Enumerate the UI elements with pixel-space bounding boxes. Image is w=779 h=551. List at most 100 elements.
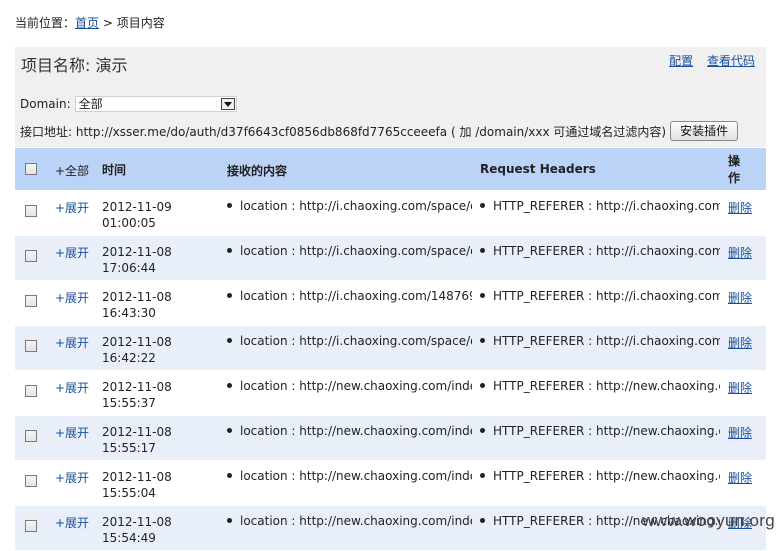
row-clock: 15:55:37 xyxy=(102,396,156,410)
row-header-text: HTTP_REFERER : http://new.chaoxing.c xyxy=(493,469,720,483)
row-header-text: HTTP_REFERER : http://i.chaoxing.com/ xyxy=(493,244,720,258)
table-body: +展开 2012-11-09 01:00:05 location : http://i… xyxy=(15,191,766,551)
bullet-icon xyxy=(480,518,485,523)
row-expand-toggle[interactable]: +展开 xyxy=(55,469,89,486)
row-clock: 17:06:44 xyxy=(102,261,156,275)
row-clock: 16:43:30 xyxy=(102,306,156,320)
api-address: 接口地址: http://xsser.me/do/auth/d37f6643cf… xyxy=(20,124,667,139)
bullet-icon xyxy=(227,518,232,523)
row-request-header: HTTP_REFERER : http://new.chaoxing.c xyxy=(480,424,720,438)
row-content: location : http://new.chaoxing.com/index… xyxy=(227,469,472,483)
row-expand-toggle[interactable]: +展开 xyxy=(55,424,89,441)
delete-link[interactable]: 删除 xyxy=(728,289,752,306)
dropdown-arrow-icon[interactable] xyxy=(220,98,235,110)
row-time: 2012-11-08 15:55:17 xyxy=(102,424,172,456)
row-date: 2012-11-08 xyxy=(102,515,172,529)
row-expand-toggle[interactable]: +展开 xyxy=(55,199,89,216)
domain-select[interactable]: 全部 xyxy=(74,96,237,112)
row-clock: 16:42:22 xyxy=(102,351,156,365)
bullet-icon xyxy=(480,383,485,388)
row-checkbox[interactable] xyxy=(25,520,37,532)
project-title: 项目名称: 演示 xyxy=(21,56,128,75)
bullet-icon xyxy=(227,428,232,433)
row-checkbox[interactable] xyxy=(25,250,37,262)
row-expand-toggle[interactable]: +展开 xyxy=(55,334,89,351)
row-content-text: location : http://new.chaoxing.com/index… xyxy=(240,424,472,438)
row-checkbox[interactable] xyxy=(25,205,37,217)
select-all-checkbox[interactable] xyxy=(25,163,37,175)
breadcrumb-current: 项目内容 xyxy=(116,16,165,30)
delete-link[interactable]: 删除 xyxy=(728,469,752,486)
bullet-icon xyxy=(227,338,232,343)
bullet-icon xyxy=(480,428,485,433)
row-date: 2012-11-08 xyxy=(102,470,172,484)
row-checkbox[interactable] xyxy=(25,295,37,307)
row-request-header: HTTP_REFERER : http://new.chaoxing.c xyxy=(480,379,720,393)
row-checkbox[interactable] xyxy=(25,385,37,397)
row-checkbox[interactable] xyxy=(25,430,37,442)
row-date: 2012-11-08 xyxy=(102,290,172,304)
row-clock: 15:55:04 xyxy=(102,486,156,500)
column-header-request-headers: Request Headers xyxy=(480,162,596,176)
expand-all-toggle[interactable]: +全部 xyxy=(55,162,89,179)
table-row: +展开 2012-11-09 01:00:05 location : http://i… xyxy=(15,191,766,236)
view-code-link[interactable]: 查看代码 xyxy=(707,54,755,68)
row-date: 2012-11-08 xyxy=(102,380,172,394)
row-expand-toggle[interactable]: +展开 xyxy=(55,514,89,531)
row-expand-toggle[interactable]: +展开 xyxy=(55,244,89,261)
watermark: www.wooyun.org xyxy=(642,511,775,530)
row-content: location : http://new.chaoxing.com/index… xyxy=(227,424,472,438)
row-header-text: HTTP_REFERER : http://i.chaoxing.com/ xyxy=(493,334,720,348)
bullet-icon xyxy=(480,248,485,253)
row-time: 2012-11-08 17:06:44 xyxy=(102,244,172,276)
table-row: +展开 2012-11-08 16:42:22 location : http://i… xyxy=(15,326,766,371)
row-time: 2012-11-08 15:54:49 xyxy=(102,514,172,546)
delete-link[interactable]: 删除 xyxy=(728,199,752,216)
row-request-header: HTTP_REFERER : http://new.chaoxing.c xyxy=(480,469,720,483)
row-clock: 15:55:17 xyxy=(102,441,156,455)
bullet-icon xyxy=(480,293,485,298)
delete-link[interactable]: 删除 xyxy=(728,244,752,261)
bullet-icon xyxy=(480,473,485,478)
delete-link[interactable]: 删除 xyxy=(728,379,752,396)
row-date: 2012-11-08 xyxy=(102,245,172,259)
row-time: 2012-11-08 16:42:22 xyxy=(102,334,172,366)
row-content-text: location : http://new.chaoxing.com/index… xyxy=(240,514,472,528)
install-plugin-button[interactable]: 安装插件 xyxy=(670,121,739,141)
bullet-icon xyxy=(480,203,485,208)
row-request-header: HTTP_REFERER : http://i.chaoxing.com/ xyxy=(480,334,720,348)
row-clock: 15:54:49 xyxy=(102,531,156,545)
project-panel: 项目名称: 演示 配置 查看代码 Domain: 全部 接口地址: http:/… xyxy=(15,47,766,147)
table-header: +全部 时间 接收的内容 Request Headers 操作 xyxy=(15,148,766,191)
row-checkbox[interactable] xyxy=(25,340,37,352)
row-header-text: HTTP_REFERER : http://new.chaoxing.c xyxy=(493,424,720,438)
delete-link[interactable]: 删除 xyxy=(728,424,752,441)
bullet-icon xyxy=(227,473,232,478)
project-actions: 配置 查看代码 xyxy=(659,52,755,69)
row-expand-toggle[interactable]: +展开 xyxy=(55,379,89,396)
row-content: location : http://i.chaoxing.com/space/d… xyxy=(227,334,472,348)
table-row: +展开 2012-11-08 17:06:44 location : http://i… xyxy=(15,236,766,281)
bullet-icon xyxy=(227,248,232,253)
row-request-header: HTTP_REFERER : http://i.chaoxing.com/ xyxy=(480,289,720,303)
domain-selected-value: 全部 xyxy=(78,97,103,111)
row-content-text: location : http://new.chaoxing.com/index… xyxy=(240,379,472,393)
row-header-text: HTTP_REFERER : http://new.chaoxing.c xyxy=(493,379,720,393)
row-expand-toggle[interactable]: +展开 xyxy=(55,289,89,306)
config-link[interactable]: 配置 xyxy=(669,54,693,68)
domain-label: Domain: xyxy=(20,97,71,111)
delete-link[interactable]: 删除 xyxy=(728,334,752,351)
row-time: 2012-11-08 16:43:30 xyxy=(102,289,172,321)
row-time: 2012-11-08 15:55:04 xyxy=(102,469,172,501)
row-content: location : http://new.chaoxing.com/index… xyxy=(227,514,472,528)
column-header-content: 接收的内容 xyxy=(227,164,288,178)
row-checkbox[interactable] xyxy=(25,475,37,487)
breadcrumb: 当前位置：首页 > 项目内容 xyxy=(15,14,165,31)
breadcrumb-home-link[interactable]: 首页 xyxy=(75,16,99,30)
row-content: location : http://i.chaoxing.com/space/d… xyxy=(227,244,472,258)
table-row: +展开 2012-11-08 15:55:04 location : http://n… xyxy=(15,461,766,506)
column-header-time: 时间 xyxy=(102,163,127,177)
row-time: 2012-11-08 15:55:37 xyxy=(102,379,172,411)
table-row: +展开 2012-11-08 16:43:30 location : http://i… xyxy=(15,281,766,326)
row-header-text: HTTP_REFERER : http://i.chaoxing.com/ xyxy=(493,199,720,213)
